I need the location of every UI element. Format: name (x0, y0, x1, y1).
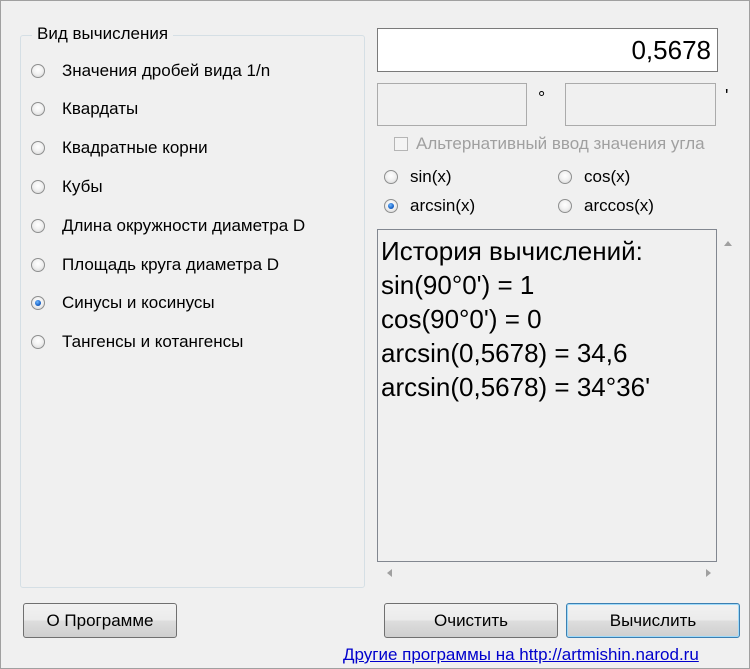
scroll-left-arrow-icon[interactable] (387, 569, 392, 577)
alt-angle-checkbox-row[interactable]: Альтернативный ввод значения угла (394, 134, 705, 154)
degrees-input[interactable] (377, 83, 527, 126)
value-input[interactable]: 0,5678 (377, 28, 718, 72)
scroll-up-arrow-icon[interactable] (724, 241, 732, 246)
about-button[interactable]: О Программе (23, 603, 177, 638)
calc-type-title: Вид вычисления (32, 24, 174, 44)
calculate-button[interactable]: Вычислить (566, 603, 740, 638)
history-horizontal-scrollbar[interactable] (377, 563, 718, 583)
option-squares-label: Квардаты (62, 99, 139, 118)
history-vertical-scrollbar[interactable] (718, 229, 738, 583)
option-circumference-label: Длина окружности диаметра D (62, 216, 306, 235)
history-line: sin(90°0') = 1 (381, 270, 535, 300)
minute-symbol: ' (725, 86, 729, 106)
clear-button[interactable]: Очистить (384, 603, 558, 638)
radio-circumference[interactable] (31, 219, 45, 233)
other-programs-link[interactable]: Другие программы на http://artmishin.nar… (343, 645, 699, 665)
option-squares[interactable]: Квардаты (31, 98, 138, 120)
option-circle-area-label: Площадь круга диаметра D (62, 255, 280, 274)
radio-fractions[interactable] (31, 64, 45, 78)
fn-sin[interactable]: sin(x) (384, 167, 452, 187)
option-fractions-label: Значения дробей вида 1/n (62, 61, 271, 80)
option-sin-cos-label: Синусы и косинусы (62, 293, 215, 312)
radio-sin-cos[interactable] (31, 296, 45, 310)
radio-arccos[interactable] (558, 199, 572, 213)
radio-cubes[interactable] (31, 180, 45, 194)
option-square-roots-label: Квадратные корни (62, 138, 208, 157)
fn-cos-label: cos(x) (584, 167, 631, 186)
alt-angle-label: Альтернативный ввод значения угла (416, 134, 705, 153)
option-cubes[interactable]: Кубы (31, 176, 103, 198)
option-fractions[interactable]: Значения дробей вида 1/n (31, 60, 270, 82)
fn-cos[interactable]: cos(x) (558, 167, 630, 187)
fn-arcsin[interactable]: arcsin(x) (384, 196, 475, 216)
history-line: arcsin(0,5678) = 34°36' (381, 372, 651, 402)
degree-symbol: ° (538, 88, 546, 108)
option-cubes-label: Кубы (62, 177, 103, 196)
option-tan-cot-label: Тангенсы и котангенсы (62, 332, 244, 351)
radio-tan-cot[interactable] (31, 335, 45, 349)
radio-squares[interactable] (31, 102, 45, 116)
radio-cos[interactable] (558, 170, 572, 184)
history-line: История вычислений: (381, 236, 643, 266)
radio-circle-area[interactable] (31, 258, 45, 272)
minutes-input[interactable] (565, 83, 716, 126)
option-circumference[interactable]: Длина окружности диаметра D (31, 215, 305, 237)
history-line: cos(90°0') = 0 (381, 304, 542, 334)
radio-sin[interactable] (384, 170, 398, 184)
history-textbox[interactable]: История вычислений: sin(90°0') = 1 cos(9… (377, 229, 717, 562)
fn-arccos-label: arccos(x) (584, 196, 654, 215)
fn-arcsin-label: arcsin(x) (410, 196, 476, 215)
scroll-right-arrow-icon[interactable] (706, 569, 711, 577)
history-line: arcsin(0,5678) = 34,6 (381, 338, 628, 368)
alt-angle-checkbox[interactable] (394, 137, 408, 151)
fn-sin-label: sin(x) (410, 167, 452, 186)
option-square-roots[interactable]: Квадратные корни (31, 137, 208, 159)
option-sin-cos[interactable]: Синусы и косинусы (31, 292, 215, 314)
option-circle-area[interactable]: Площадь круга диаметра D (31, 254, 279, 276)
fn-arccos[interactable]: arccos(x) (558, 196, 654, 216)
radio-arcsin[interactable] (384, 199, 398, 213)
option-tan-cot[interactable]: Тангенсы и котангенсы (31, 331, 243, 353)
radio-square-roots[interactable] (31, 141, 45, 155)
